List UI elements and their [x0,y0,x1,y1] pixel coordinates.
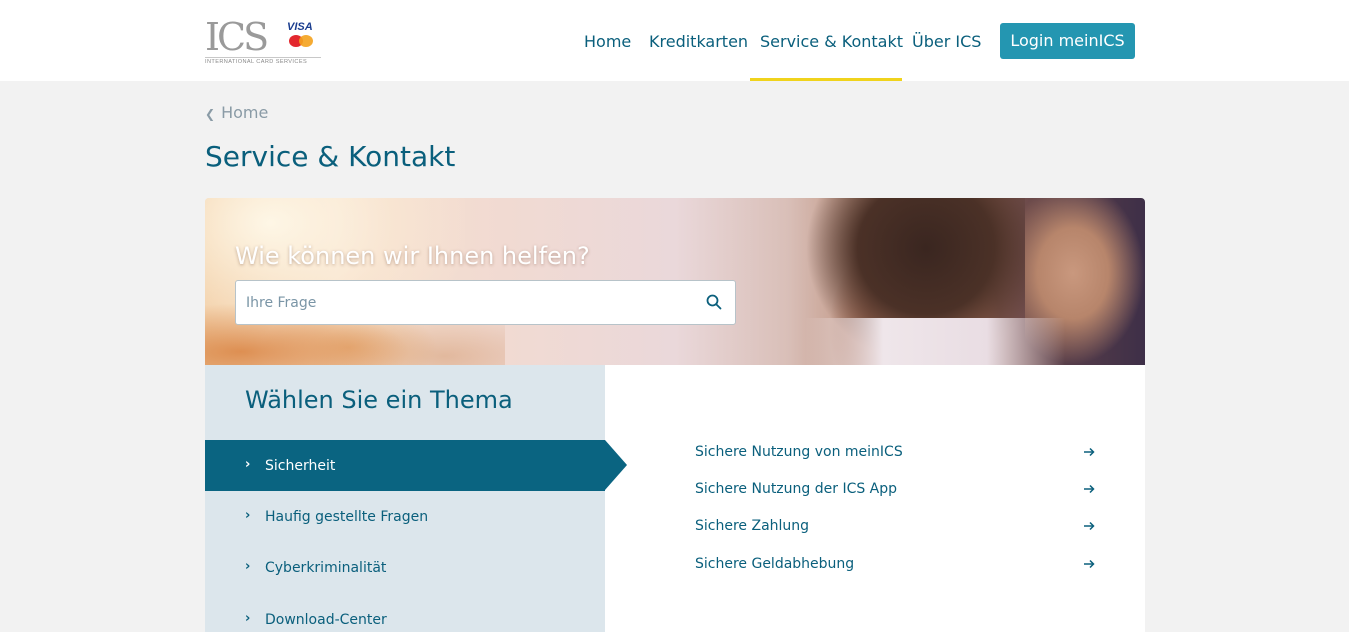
mastercard-icon [289,35,315,47]
page-title: Service & Kontakt [205,140,456,173]
hero-question: Wie können wir Ihnen helfen? [235,242,590,270]
arrow-right-icon [1084,559,1095,569]
nav-home[interactable]: Home [584,31,631,53]
logo-tagline: INTERNATIONAL CARD SERVICES [205,59,308,65]
logo-wordmark: ICS [205,15,269,59]
search-box [235,280,736,325]
link-label: Sichere Nutzung der ICS App [695,481,898,497]
chevron-left-icon: ❮ [205,107,216,121]
link-label: Sichere Nutzung von meinICS [695,444,903,460]
link-label: Sichere Geldabhebung [695,556,855,572]
topic-content: Wählen Sie ein Thema › Sicherheit › Hauf… [205,365,1145,632]
active-topic-pointer [605,440,627,490]
chevron-right-icon: › [245,559,251,574]
chevron-right-icon: › [245,611,251,626]
topic-item-sicherheit[interactable]: › Sicherheit [205,440,605,491]
link-sichere-geldabhebung[interactable]: Sichere Geldabhebung [695,553,1095,575]
chevron-right-icon: › [245,457,251,472]
link-label: Sichere Zahlung [695,518,810,534]
topic-item-faq[interactable]: › Haufig gestellte Fragen [205,491,605,542]
topic-panel: Wählen Sie ein Thema › Sicherheit › Hauf… [205,365,605,632]
search-input[interactable] [236,281,696,324]
logo-divider [205,57,321,58]
link-sichere-nutzung-meinics[interactable]: Sichere Nutzung von meinICS [695,441,1095,463]
chevron-right-icon: › [245,508,251,523]
search-icon[interactable] [705,293,723,311]
site-header: ICS VISA INTERNATIONAL CARD SERVICES Hom… [0,0,1349,81]
arrow-right-icon [1084,521,1095,531]
topic-heading: Wählen Sie ein Thema [245,386,513,414]
topic-item-download-center[interactable]: › Download-Center [205,594,605,632]
ics-logo[interactable]: ICS VISA INTERNATIONAL CARD SERVICES [205,15,321,68]
arrow-right-icon [1084,447,1095,457]
topic-item-label: Sicherheit [265,458,336,474]
topic-item-label: Download-Center [265,612,387,628]
topic-item-cyberkriminalitaet[interactable]: › Cyberkriminalität [205,542,605,593]
topic-item-label: Haufig gestellte Fragen [265,509,429,525]
hero-banner: Wie können wir Ihnen helfen? [205,198,1145,365]
nav-service-kontakt[interactable]: Service & Kontakt [760,31,903,53]
arrow-right-icon [1084,484,1095,494]
hero-shirt-image [805,318,1065,365]
breadcrumb-home-link[interactable]: Home [221,103,268,122]
link-sichere-zahlung[interactable]: Sichere Zahlung [695,515,1095,537]
breadcrumb[interactable]: ❮ Home [205,103,268,124]
login-button[interactable]: Login meinICS [1000,23,1135,59]
nav-ueber-ics[interactable]: Über ICS [912,31,981,53]
nav-active-indicator [750,78,902,81]
link-sichere-nutzung-ics-app[interactable]: Sichere Nutzung der ICS App [695,478,1095,500]
topic-item-label: Cyberkriminalität [265,560,387,576]
visa-logo: VISA [287,21,313,33]
nav-kreditkarten[interactable]: Kreditkarten [649,31,748,53]
